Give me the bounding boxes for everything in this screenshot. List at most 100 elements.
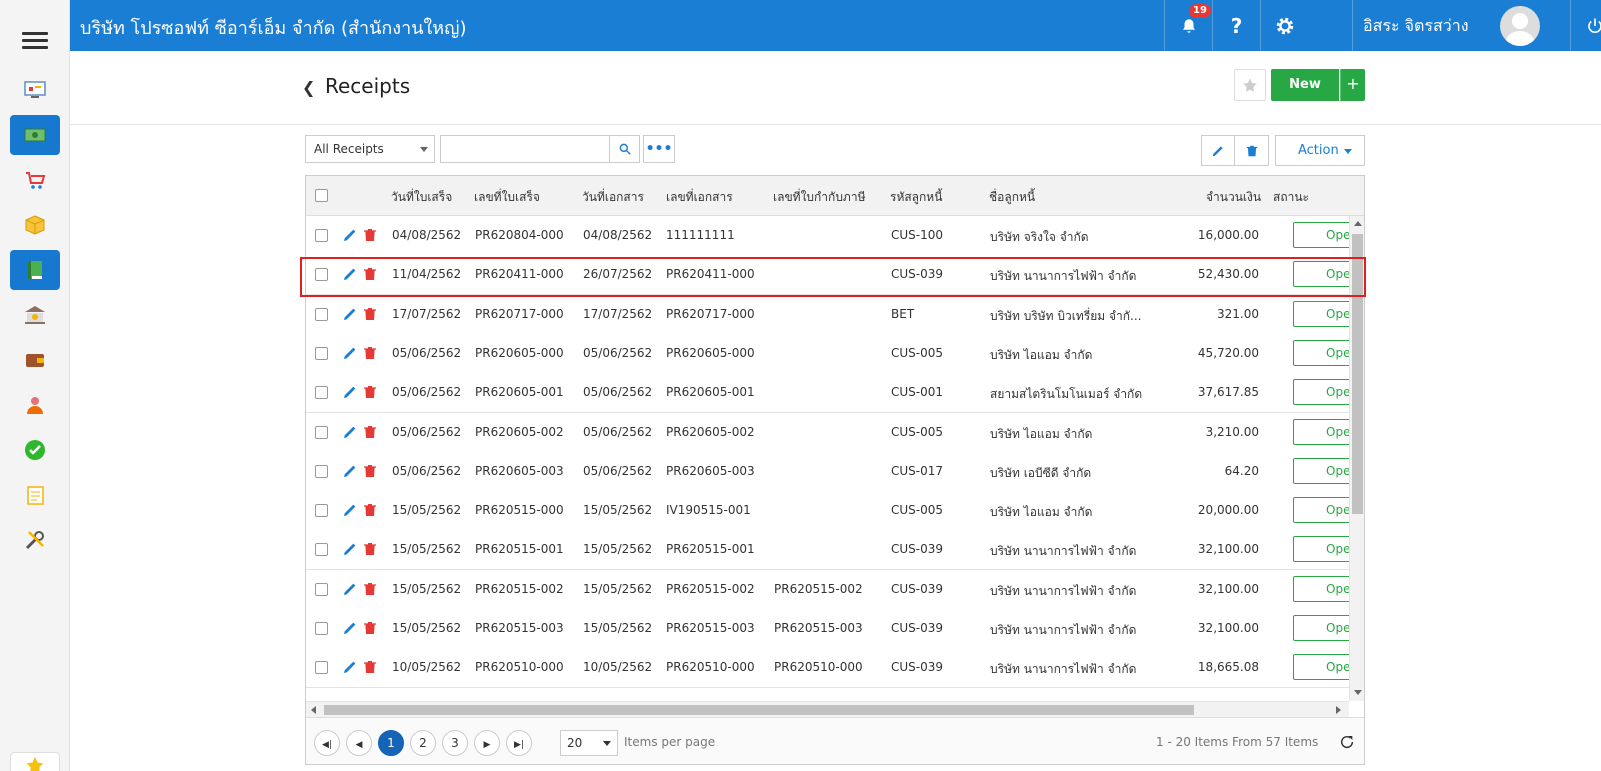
status-badge[interactable]: Ope (1293, 575, 1349, 602)
edit-selected-button[interactable] (1201, 135, 1235, 166)
notifications-button[interactable]: 19 (1164, 0, 1212, 51)
sidebar-item-dashboard[interactable] (10, 70, 60, 110)
row-checkbox[interactable] (315, 622, 328, 635)
table-row[interactable]: 10/05/2562 PR620510-000 10/05/2562 PR620510… (306, 648, 1349, 689)
first-page-button[interactable]: ◀| (314, 730, 340, 756)
pencil-icon[interactable] (342, 345, 358, 361)
header-receipt-date[interactable]: วันที่ใบเสร็จ (391, 188, 452, 207)
favorites-button[interactable] (10, 752, 60, 771)
trash-icon[interactable] (362, 266, 378, 282)
table-row[interactable]: 04/08/2562 PR620804-000 04/08/2562 11111111… (306, 216, 1349, 256)
status-badge[interactable]: Ope (1293, 261, 1349, 288)
back-chevron-icon[interactable]: ❮ (302, 78, 315, 97)
last-page-button[interactable]: ▶| (506, 730, 532, 756)
row-checkbox[interactable] (315, 268, 328, 282)
row-checkbox[interactable] (315, 582, 328, 596)
sidebar-item-approval[interactable] (10, 430, 60, 470)
pencil-icon[interactable] (342, 581, 358, 597)
row-checkbox[interactable] (315, 464, 328, 478)
refresh-icon[interactable] (1339, 734, 1355, 750)
trash-icon[interactable] (362, 581, 378, 597)
trash-icon[interactable] (362, 227, 378, 243)
status-badge[interactable]: Ope (1293, 497, 1349, 524)
status-badge[interactable]: Ope (1293, 222, 1349, 248)
sidebar-item-contacts[interactable] (10, 385, 60, 425)
pencil-icon[interactable] (342, 620, 358, 636)
table-row[interactable]: 15/05/2562 PR620515-000 15/05/2562 IV190515… (306, 491, 1349, 532)
select-all-checkbox[interactable] (315, 189, 328, 202)
table-row[interactable]: 15/05/2562 PR620515-003 15/05/2562 PR620515… (306, 609, 1349, 649)
table-row[interactable]: 05/06/2562 PR620605-000 05/06/2562 PR620605… (306, 333, 1349, 374)
vertical-scrollbar[interactable] (1349, 216, 1364, 701)
pencil-icon[interactable] (342, 502, 358, 518)
new-dropdown-button[interactable]: + (1340, 69, 1365, 101)
trash-icon[interactable] (362, 620, 378, 636)
trash-icon[interactable] (362, 541, 378, 557)
header-customer-name[interactable]: ชื่อลูกหนี้ (989, 188, 1035, 207)
row-checkbox[interactable] (315, 386, 328, 400)
trash-icon[interactable] (362, 424, 378, 440)
page-1-button[interactable]: 1 (378, 730, 404, 756)
status-badge[interactable]: Ope (1293, 418, 1349, 445)
header-tax-invoice[interactable]: เลขที่ใบกำกับภาษี (773, 188, 866, 207)
pencil-icon[interactable] (342, 266, 358, 282)
status-badge[interactable]: Ope (1293, 457, 1349, 484)
trash-icon[interactable] (362, 384, 378, 400)
horizontal-scrollbar[interactable] (306, 701, 1349, 717)
scroll-right-icon[interactable] (1336, 706, 1341, 714)
vertical-scroll-thumb[interactable] (1352, 234, 1363, 514)
page-3-button[interactable]: 3 (442, 730, 468, 756)
table-row[interactable]: 17/07/2562 PR620717-000 17/07/2562 PR620717… (306, 294, 1349, 335)
pencil-icon[interactable] (342, 227, 358, 243)
scroll-left-icon[interactable] (311, 706, 316, 714)
pencil-icon[interactable] (342, 659, 358, 675)
action-dropdown[interactable]: Action (1275, 135, 1365, 166)
menu-icon[interactable] (22, 32, 48, 52)
page-size-select[interactable]: 20 (560, 730, 618, 756)
row-checkbox[interactable] (315, 661, 328, 675)
table-row[interactable]: 05/06/2562 PR620605-003 05/06/2562 PR620605… (306, 451, 1349, 492)
row-checkbox[interactable] (315, 425, 328, 439)
status-badge[interactable]: Ope (1293, 379, 1349, 406)
prev-page-button[interactable]: ◀ (346, 730, 372, 756)
table-row[interactable]: 15/05/2562 PR620515-001 15/05/2562 PR620515… (306, 530, 1349, 571)
header-amount[interactable]: จำนวนเงิน (1206, 188, 1261, 207)
status-badge[interactable]: Ope (1293, 536, 1349, 563)
search-button[interactable] (610, 135, 640, 163)
header-doc-no[interactable]: เลขที่เอกสาร (666, 188, 733, 207)
header-doc-date[interactable]: วันที่เอกสาร (582, 188, 644, 207)
status-badge[interactable]: Ope (1293, 339, 1349, 366)
next-page-button[interactable]: ▶ (474, 730, 500, 756)
search-input[interactable] (440, 135, 610, 163)
sidebar-item-finance[interactable] (10, 115, 60, 155)
pencil-icon[interactable] (342, 424, 358, 440)
table-row[interactable]: 15/05/2562 PR620515-002 15/05/2562 PR620515… (306, 569, 1349, 610)
help-button[interactable]: ? (1212, 0, 1260, 51)
header-receipt-no[interactable]: เลขที่ใบเสร็จ (474, 188, 540, 207)
trash-icon[interactable] (362, 306, 378, 322)
table-row[interactable]: 05/06/2562 PR620605-001 05/06/2562 PR620605… (306, 373, 1349, 414)
scroll-up-icon[interactable] (1354, 221, 1362, 226)
table-row[interactable]: 05/06/2562 PR620605-002 05/06/2562 PR620605… (306, 412, 1349, 453)
settings-button[interactable] (1260, 0, 1308, 51)
favorite-button[interactable] (1234, 69, 1266, 101)
header-customer-code[interactable]: รหัสลูกหนี้ (890, 188, 942, 207)
row-checkbox[interactable] (315, 346, 328, 360)
logout-button[interactable] (1570, 0, 1601, 51)
pencil-icon[interactable] (342, 384, 358, 400)
pencil-icon[interactable] (342, 541, 358, 557)
table-row[interactable]: 11/04/2562 PR620411-000 26/07/2562 PR620411… (306, 255, 1349, 296)
more-options-button[interactable]: ••• (643, 135, 675, 163)
sidebar-item-settings-tools[interactable] (10, 520, 60, 560)
trash-icon[interactable] (362, 502, 378, 518)
status-badge[interactable]: Ope (1293, 615, 1349, 641)
avatar[interactable] (1500, 6, 1540, 46)
row-checkbox[interactable] (315, 543, 328, 557)
horizontal-scroll-thumb[interactable] (324, 705, 1194, 715)
sidebar-item-inventory[interactable] (10, 205, 60, 245)
pencil-icon[interactable] (342, 463, 358, 479)
sidebar-item-reports[interactable] (10, 475, 60, 515)
row-checkbox[interactable] (315, 229, 328, 242)
status-badge[interactable]: Ope (1293, 300, 1349, 327)
page-2-button[interactable]: 2 (410, 730, 436, 756)
